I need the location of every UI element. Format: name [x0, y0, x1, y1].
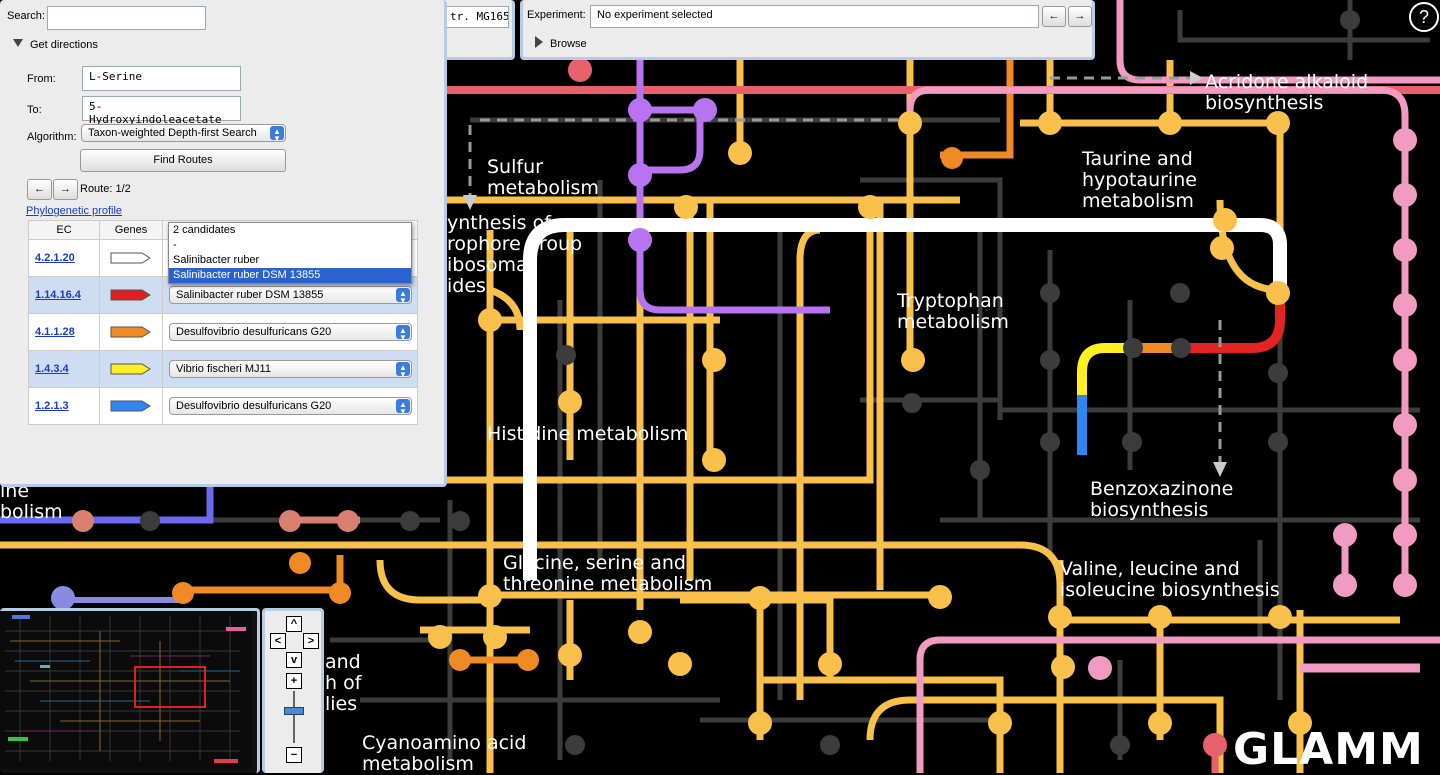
label-valine: Valine, leucine and isoleucine biosynthe… [1060, 558, 1280, 601]
zoom-slider-track[interactable] [293, 691, 295, 743]
organism-select[interactable]: Desulfovibrio desulfuricans G20 ▲ ▼ [169, 397, 412, 416]
ec-link[interactable]: 4.1.1.28 [29, 326, 75, 338]
gene-arrow-icon [110, 363, 151, 375]
pan-right-button[interactable]: > [303, 633, 319, 649]
phylogenetic-profile-link[interactable]: Phylogenetic profile [26, 205, 122, 217]
gene-arrow-icon [110, 326, 151, 338]
label-partial-left: ine bolism [0, 480, 63, 523]
organism-value: Vibrio fischeri MJ11 [176, 363, 271, 375]
algorithm-select[interactable]: Taxon-weighted Depth-first Search ▲ ▼ [81, 124, 286, 143]
pan-down-button[interactable]: v [286, 652, 302, 668]
label-benzoxazinone: Benzoxazinone biosynthesis [1090, 478, 1234, 521]
organism-value: Desulfovibrio desulfuricans G20 [176, 400, 332, 412]
label-siderophore: ynthesis of rophore group ibosomal ides [447, 212, 583, 297]
label-cyanoamino: Cyanoamino acid metabolism [362, 732, 527, 775]
select-arrows-icon: ▲ ▼ [396, 399, 410, 416]
to-input[interactable]: 5-Hydroxyindoleacetate [82, 96, 241, 126]
organism-select[interactable]: Salinibacter ruber DSM 13855 ▲ ▼ [169, 286, 412, 305]
find-routes-button[interactable]: Find Routes [80, 149, 286, 172]
from-input[interactable]: L-Serine [82, 66, 241, 91]
ec-link[interactable]: 1.4.3.4 [29, 363, 69, 375]
pan-left-button[interactable]: < [270, 633, 286, 649]
header-ec: EC [28, 220, 100, 240]
organism-select[interactable]: Desulfovibrio desulfuricans G20 ▲ ▼ [169, 323, 412, 342]
route-next-button[interactable]: → [53, 179, 78, 200]
search-input[interactable] [47, 6, 206, 30]
select-arrows-icon: ▲ ▼ [396, 325, 410, 342]
ec-link[interactable]: 4.2.1.20 [29, 252, 75, 264]
organism-panel: tr. MG1655 [440, 0, 515, 60]
directions-toggle-icon[interactable] [13, 39, 23, 47]
label-glycine: Glycine, serine and threonine metabolism [503, 552, 713, 595]
zoom-in-button[interactable]: + [286, 673, 302, 689]
dropdown-option[interactable]: - [169, 238, 411, 253]
label-partial-and: and h of lies [325, 651, 362, 715]
gene-arrow-icon [110, 289, 151, 301]
browse-label[interactable]: Browse [550, 38, 587, 50]
organism-value: Salinibacter ruber DSM 13855 [176, 289, 324, 301]
ec-link[interactable]: 1.2.1.3 [29, 400, 69, 412]
gene-arrow-icon [110, 252, 151, 264]
help-button[interactable]: ? [1409, 2, 1439, 32]
directions-toggle-label[interactable]: Get directions [30, 39, 98, 51]
experiment-field[interactable]: No experiment selected [590, 5, 1039, 28]
label-sulfur: Sulfur metabolism [487, 156, 599, 199]
algorithm-value: Taxon-weighted Depth-first Search [88, 127, 257, 139]
label-taurine: Taurine and hypotaurine metabolism [1082, 148, 1197, 212]
organism-value: Desulfovibrio desulfuricans G20 [176, 326, 332, 338]
dropdown-option[interactable]: Salinibacter ruber [169, 253, 411, 268]
dropdown-option[interactable]: 2 candidates [169, 223, 411, 238]
table-row: 4.1.1.28 Desulfovibrio desulfuricans G20… [28, 313, 418, 351]
experiment-next-button[interactable]: → [1068, 6, 1092, 27]
navigation-controls: ^ < > v + − [262, 608, 324, 773]
experiment-panel: Experiment: No experiment selected ← → B… [520, 0, 1095, 60]
directions-panel: Search: Get directions From: L-Serine To… [0, 0, 447, 487]
table-row: 1.2.1.3 Desulfovibrio desulfuricans G20 ▲… [28, 387, 418, 425]
from-label: From: [27, 73, 56, 85]
ec-link[interactable]: 1.14.16.4 [29, 289, 81, 301]
route-prev-button[interactable]: ← [27, 179, 52, 200]
label-histidine: Histidine metabolism [487, 423, 689, 445]
label-tryptophan: Tryptophan metabolism [897, 290, 1009, 333]
organism-dropdown-list[interactable]: 2 candidates - Salinibacter ruber Salini… [168, 222, 412, 284]
header-genes: Genes [99, 220, 163, 240]
table-row: 1.4.3.4 Vibrio fischeri MJ11 ▲ ▼ [28, 350, 418, 388]
experiment-prev-button[interactable]: ← [1042, 6, 1066, 27]
select-arrows-icon: ▲ ▼ [396, 288, 410, 305]
browse-toggle-icon[interactable] [535, 36, 543, 48]
minimap-canvas[interactable] [0, 611, 252, 769]
search-label: Search: [7, 10, 45, 22]
gene-arrow-icon [110, 400, 151, 412]
select-arrows-icon: ▲ ▼ [396, 362, 410, 379]
to-label: To: [27, 104, 42, 116]
organism-field[interactable]: tr. MG1655 [443, 6, 509, 28]
route-counter: Route: 1/2 [80, 183, 131, 195]
overview-minimap[interactable] [0, 608, 260, 773]
glamm-logo: GLAMM [1233, 724, 1424, 775]
organism-select[interactable]: Vibrio fischeri MJ11 ▲ ▼ [169, 360, 412, 379]
experiment-label: Experiment: [527, 9, 586, 21]
zoom-out-button[interactable]: − [286, 747, 302, 763]
algorithm-label: Algorithm: [27, 131, 77, 143]
label-acridone: Acridone alkaloid biosynthesis [1205, 71, 1369, 114]
zoom-slider-handle[interactable] [284, 707, 304, 715]
select-arrows-icon: ▲ ▼ [270, 126, 284, 143]
pan-up-button[interactable]: ^ [286, 616, 302, 632]
dropdown-option-selected[interactable]: Salinibacter ruber DSM 13855 [169, 268, 411, 283]
